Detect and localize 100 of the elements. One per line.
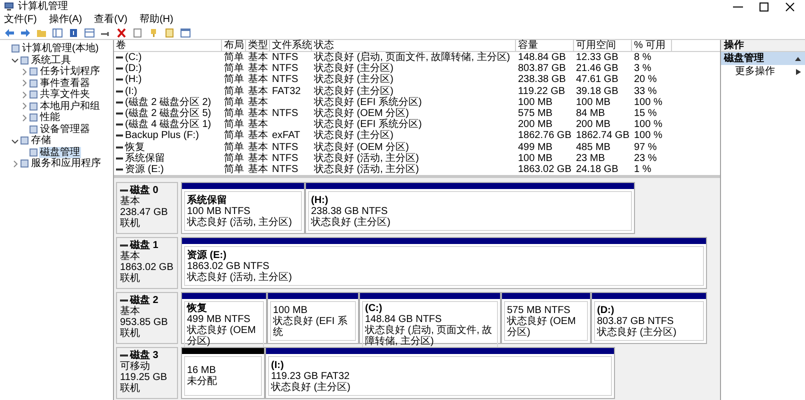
table-cell: 1 % <box>634 164 652 175</box>
partition-name: (C:) <box>365 303 384 314</box>
partition-block[interactable]: 575 MB NTFS 状态良好 (OEM 分区) <box>501 292 591 344</box>
partition-block[interactable]: 系统保留 100 MB NTFS 状态良好 (活动, 主分区) <box>181 182 305 234</box>
table-cell: 状态良好 (EFI 系统分区) <box>314 96 422 108</box>
column-header[interactable]: 文件系统 <box>270 40 312 51</box>
tree-item[interactable]: 本地用户和组 <box>39 100 101 112</box>
column-header[interactable]: 可用空间 <box>574 40 632 51</box>
disk-name: 磁盘 1 <box>130 240 158 251</box>
table-cell: 基本 <box>248 74 268 86</box>
table-cell: 状态良好 (OEM 分区) <box>314 142 409 153</box>
tree-item[interactable]: 共享文件夹 <box>39 89 91 100</box>
panel-icon[interactable] <box>52 28 63 38</box>
table-cell: 100 MB <box>518 152 552 164</box>
action-item[interactable]: 磁盘管理 <box>721 52 805 65</box>
column-header[interactable]: 卷 <box>114 40 222 51</box>
table-cell: 39.18 GB <box>576 86 618 97</box>
table-cell: 资源 (E:) <box>125 164 164 175</box>
column-header[interactable]: 类型 <box>246 40 270 51</box>
table-cell: 状态良好 (OEM 分区) <box>314 108 409 120</box>
menu-item[interactable]: 操作(A) <box>48 14 82 25</box>
table-cell: 基本 <box>248 96 268 108</box>
disk-size: 953.85 GB <box>120 317 169 328</box>
partition-name: 资源 (E:) <box>187 250 228 260</box>
node-icon <box>11 44 20 54</box>
window-icon[interactable] <box>180 28 191 38</box>
collapse-arrow-icon[interactable] <box>795 56 801 61</box>
node-icon <box>29 67 38 76</box>
tree-item[interactable]: 磁盘管理 <box>39 146 81 158</box>
partition-block[interactable]: 100 MB 状态良好 (EFI 系统 <box>267 292 359 344</box>
disk-type: 基本 <box>120 251 141 262</box>
partition-size: 148.84 GB NTFS <box>365 314 443 325</box>
table-cell: 简单 <box>224 130 244 142</box>
table-cell: 简单 <box>224 142 244 153</box>
tree-item[interactable]: 事件查看器 <box>39 78 91 89</box>
table-cell: 485 MB <box>576 142 610 153</box>
table-cell: (磁盘 4 磁盘分区 1) <box>125 119 212 130</box>
delete-icon[interactable] <box>116 28 127 38</box>
table-cell: (I:) <box>125 86 138 97</box>
table-cell: 基本 <box>248 130 268 142</box>
table-cell: NTFS <box>272 52 298 64</box>
table-cell: 21.46 GB <box>576 63 618 74</box>
tree-item[interactable]: 服务和应用程序 <box>30 158 102 170</box>
menu-item[interactable]: 帮助(H) <box>139 14 174 25</box>
partition-size: 100 MB <box>273 304 308 316</box>
document-icon[interactable] <box>164 28 175 38</box>
table-cell: 803.87 GB <box>518 63 566 74</box>
menu-item[interactable]: 文件(F) <box>4 14 37 25</box>
tree-item[interactable]: 系统工具 <box>30 54 72 66</box>
partition-block[interactable]: 恢复 499 MB NTFS 状态良好 (OEM 分区) <box>181 292 267 344</box>
partition-name: (D:) <box>597 304 616 316</box>
column-header[interactable]: % 可用 <box>632 40 672 51</box>
panel-icon[interactable] <box>84 28 95 38</box>
back-icon[interactable] <box>4 28 15 38</box>
tree-item[interactable]: 性能 <box>39 112 61 124</box>
disk-name: 磁盘 3 <box>130 350 158 361</box>
partition-block[interactable]: 资源 (E:) 1863.02 GB NTFS 状态良好 (活动, 主分区) <box>181 237 707 289</box>
help-icon[interactable] <box>68 28 79 38</box>
tree-item[interactable]: 任务计划程序 <box>39 66 101 78</box>
table-cell: 基本 <box>248 152 268 164</box>
table-cell: 100 MB <box>576 96 610 108</box>
column-header[interactable]: 状态 <box>312 40 516 51</box>
partition-status: 状态良好 (启动, 页面文件, 故障转储, 主分区) <box>365 325 494 347</box>
table-cell: 基本 <box>248 164 268 175</box>
table-cell: 状态良好 (主分区) <box>314 130 394 142</box>
document-icon[interactable] <box>132 28 143 38</box>
tree-item[interactable]: 计算机管理(本地) <box>21 43 100 54</box>
tree-item[interactable]: 设备管理器 <box>39 124 91 135</box>
table-cell: 状态良好 (主分区) <box>314 86 394 97</box>
table-cell: 23 MB <box>576 152 605 164</box>
table-cell: 100 % <box>634 130 662 142</box>
partition-name: (I:) <box>271 360 285 370</box>
partition-block[interactable]: (D:) 803.87 GB NTFS 状态良好 (主分区) <box>591 292 707 344</box>
forward-icon[interactable] <box>20 28 31 38</box>
partition-status: 状态良好 (活动, 主分区) <box>187 216 293 228</box>
partition-name: 系统保留 <box>187 194 228 206</box>
partition-block[interactable]: 16 MB 未分配 <box>181 347 265 399</box>
partition-block[interactable]: (C:) 148.84 GB NTFS 状态良好 (启动, 页面文件, 故障转储, 主分区) <box>359 292 501 344</box>
submenu-arrow-icon[interactable] <box>796 68 801 74</box>
partition-size: 119.23 GB FAT32 <box>271 370 351 382</box>
table-cell: 24.18 GB <box>576 164 618 175</box>
action-item[interactable]: 更多操作 <box>721 65 805 78</box>
partition-size: 238.38 GB NTFS <box>311 206 389 216</box>
table-cell: 基本 <box>248 63 268 74</box>
column-header[interactable]: 容量 <box>516 40 574 51</box>
partition-size: 100 MB NTFS <box>187 206 252 216</box>
disk-type: 基本 <box>120 306 141 317</box>
node-icon <box>20 159 29 168</box>
partition-status: 未分配 <box>187 376 218 387</box>
partition-block[interactable]: (I:) 119.23 GB FAT32 状态良好 (主分区) <box>265 347 615 399</box>
table-cell: NTFS <box>272 142 298 153</box>
menu-item[interactable]: 查看(V) <box>94 14 128 25</box>
table-cell: 238.38 GB <box>518 74 566 86</box>
column-header[interactable]: 布局 <box>222 40 246 51</box>
table-cell: 简单 <box>224 63 244 74</box>
partition-block[interactable]: (H:) 238.38 GB NTFS 状态良好 (主分区) <box>305 182 635 234</box>
table-cell: 简单 <box>224 52 244 64</box>
table-cell: (H:) <box>125 74 142 86</box>
tree-item[interactable]: 存储 <box>30 135 52 146</box>
computer-icon <box>4 2 14 11</box>
